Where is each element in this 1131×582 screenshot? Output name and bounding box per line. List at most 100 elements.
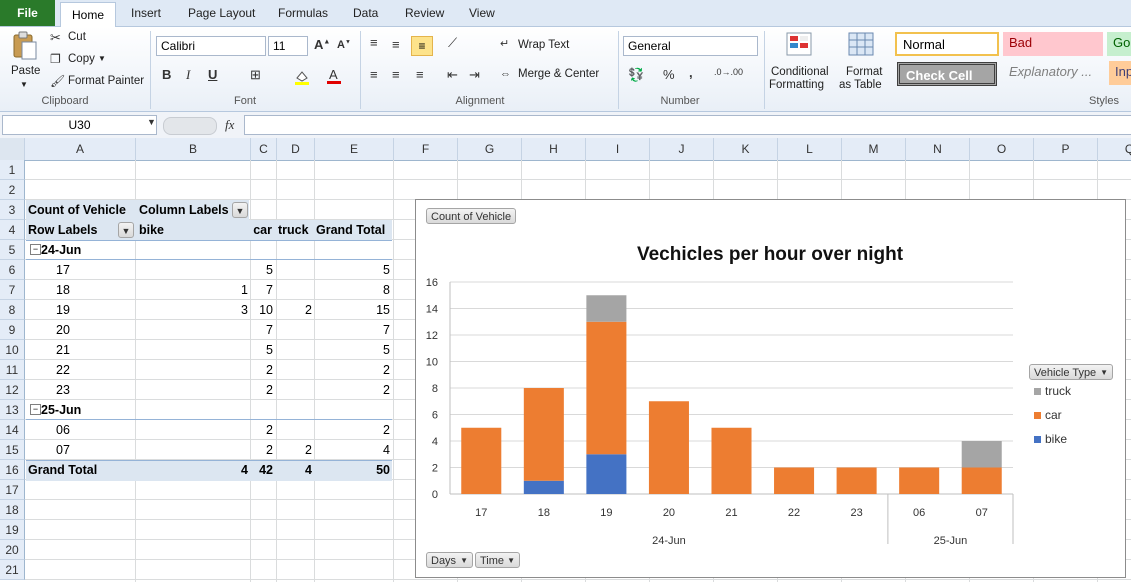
column-header-b[interactable]: B xyxy=(136,138,251,160)
number-format-select[interactable]: General xyxy=(623,36,758,56)
conditional-formatting-label-2[interactable]: Formatting xyxy=(769,79,824,91)
collapse-25-jun-icon[interactable]: − xyxy=(30,404,41,415)
fill-color-icon[interactable] xyxy=(294,69,310,85)
decrease-indent-icon[interactable]: ⇤ xyxy=(447,67,458,83)
comma-style-icon[interactable]: , xyxy=(689,65,693,80)
paste-dropdown-icon[interactable]: ▼ xyxy=(20,80,28,89)
increase-decimal-icon[interactable]: .0→.00 xyxy=(714,67,743,77)
format-painter-button[interactable]: Format Painter xyxy=(68,75,144,87)
merge-center-button[interactable]: Merge & Center xyxy=(518,68,599,80)
cut-button[interactable]: Cut xyxy=(68,31,86,43)
row-header-10[interactable]: 10 xyxy=(0,340,25,360)
column-header-h[interactable]: H xyxy=(522,138,586,160)
row-header-1[interactable]: 1 xyxy=(0,160,25,180)
style-normal[interactable]: Normal xyxy=(895,32,999,56)
name-box-dropdown-icon[interactable]: ▼ xyxy=(147,117,156,127)
row-header-12[interactable]: 12 xyxy=(0,380,25,400)
column-header-o[interactable]: O xyxy=(970,138,1034,160)
select-all-corner[interactable] xyxy=(0,138,25,160)
time-field-button[interactable]: Time ▼ xyxy=(475,552,520,568)
tab-page-layout[interactable]: Page Layout xyxy=(188,6,255,20)
days-field-button[interactable]: Days ▼ xyxy=(426,552,473,568)
formula-input[interactable] xyxy=(244,115,1131,135)
orientation-icon[interactable]: ⟋ xyxy=(448,35,457,51)
italic-button[interactable]: I xyxy=(186,67,190,83)
column-header-f[interactable]: F xyxy=(394,138,458,160)
column-header-q[interactable]: Q xyxy=(1098,138,1131,160)
column-header-d[interactable]: D xyxy=(277,138,315,160)
conditional-formatting-label-1[interactable]: Conditional xyxy=(771,66,829,78)
row-header-3[interactable]: 3 xyxy=(0,200,25,220)
tab-view[interactable]: View xyxy=(469,6,495,20)
tab-insert[interactable]: Insert xyxy=(131,6,161,20)
column-header-n[interactable]: N xyxy=(906,138,970,160)
collapse-24-jun-icon[interactable]: − xyxy=(30,244,41,255)
merge-center-icon[interactable]: ⇔ xyxy=(500,68,511,80)
row-labels-filter-icon[interactable]: ▼ xyxy=(118,222,134,238)
tab-formulas[interactable]: Formulas xyxy=(278,6,328,20)
align-center-icon[interactable]: ≡ xyxy=(392,67,400,82)
style-good[interactable]: Go xyxy=(1107,32,1131,56)
row-header-4[interactable]: 4 xyxy=(0,220,25,240)
row-header-13[interactable]: 13 xyxy=(0,400,25,420)
align-top-icon[interactable]: ≡ xyxy=(370,35,378,50)
vehicle-type-field-button[interactable]: Vehicle Type ▼ xyxy=(1029,364,1113,380)
underline-button[interactable]: U xyxy=(208,67,217,82)
align-middle-icon[interactable]: ≡ xyxy=(392,37,400,52)
row-header-9[interactable]: 9 xyxy=(0,320,25,340)
column-header-k[interactable]: K xyxy=(714,138,778,160)
tab-file[interactable]: File xyxy=(0,0,55,26)
column-header-l[interactable]: L xyxy=(778,138,842,160)
shrink-font-icon[interactable]: A▼ xyxy=(337,39,351,51)
row-header-7[interactable]: 7 xyxy=(0,280,25,300)
wrap-text-icon[interactable]: ↵ xyxy=(500,37,509,50)
formula-bar-splitter[interactable] xyxy=(163,117,217,135)
row-header-20[interactable]: 20 xyxy=(0,540,25,560)
format-as-table-label-1[interactable]: Format xyxy=(846,66,882,78)
copy-icon[interactable]: ❐ xyxy=(50,52,61,66)
row-header-18[interactable]: 18 xyxy=(0,500,25,520)
column-header-j[interactable]: J xyxy=(650,138,714,160)
row-header-6[interactable]: 6 xyxy=(0,260,25,280)
cut-icon[interactable]: ✂ xyxy=(50,30,61,46)
tab-home[interactable]: Home xyxy=(60,2,116,27)
align-right-icon[interactable]: ≡ xyxy=(416,67,424,82)
column-labels-filter-icon[interactable]: ▼ xyxy=(232,202,248,218)
row-header-8[interactable]: 8 xyxy=(0,300,25,320)
column-header-g[interactable]: G xyxy=(458,138,522,160)
column-header-i[interactable]: I xyxy=(586,138,650,160)
row-header-5[interactable]: 5 xyxy=(0,240,25,260)
copy-dropdown-icon[interactable]: ▼ xyxy=(98,54,106,63)
style-check-cell[interactable]: Check Cell xyxy=(897,62,997,86)
name-box[interactable]: U30 xyxy=(2,115,157,135)
row-header-19[interactable]: 19 xyxy=(0,520,25,540)
bold-button[interactable]: B xyxy=(162,67,171,82)
borders-icon[interactable]: ⊞ xyxy=(250,67,261,83)
grow-font-icon[interactable]: A▲ xyxy=(314,37,330,52)
accounting-format-icon[interactable]: 💱 xyxy=(628,67,644,83)
days-dropdown-icon[interactable]: ▼ xyxy=(460,553,468,569)
row-header-21[interactable]: 21 xyxy=(0,560,25,580)
column-header-e[interactable]: E xyxy=(315,138,394,160)
format-painter-icon[interactable]: 🖌 xyxy=(50,74,65,88)
copy-button[interactable]: Copy xyxy=(68,53,95,65)
format-as-table-label-2[interactable]: as Table xyxy=(839,79,882,91)
align-bottom-icon[interactable]: ≡ xyxy=(411,36,433,56)
style-input[interactable]: Inp xyxy=(1109,61,1131,85)
column-header-m[interactable]: M xyxy=(842,138,906,160)
vehicle-type-dropdown-icon[interactable]: ▼ xyxy=(1100,365,1108,381)
column-header-c[interactable]: C xyxy=(251,138,277,160)
style-explanatory[interactable]: Explanatory ... xyxy=(1003,61,1103,85)
row-header-16[interactable]: 16 xyxy=(0,460,25,480)
paste-button[interactable]: Paste xyxy=(11,65,40,77)
font-name-select[interactable]: Calibri xyxy=(156,36,266,56)
row-header-2[interactable]: 2 xyxy=(0,180,25,200)
row-header-15[interactable]: 15 xyxy=(0,440,25,460)
format-as-table-icon[interactable] xyxy=(847,31,877,59)
row-header-14[interactable]: 14 xyxy=(0,420,25,440)
increase-indent-icon[interactable]: ⇥ xyxy=(469,67,480,83)
align-left-icon[interactable]: ≡ xyxy=(370,67,378,82)
pivot-chart[interactable]: Count of Vehicle Vechicles per hour over… xyxy=(415,199,1126,578)
row-header-11[interactable]: 11 xyxy=(0,360,25,380)
percent-style-icon[interactable]: % xyxy=(663,67,675,82)
